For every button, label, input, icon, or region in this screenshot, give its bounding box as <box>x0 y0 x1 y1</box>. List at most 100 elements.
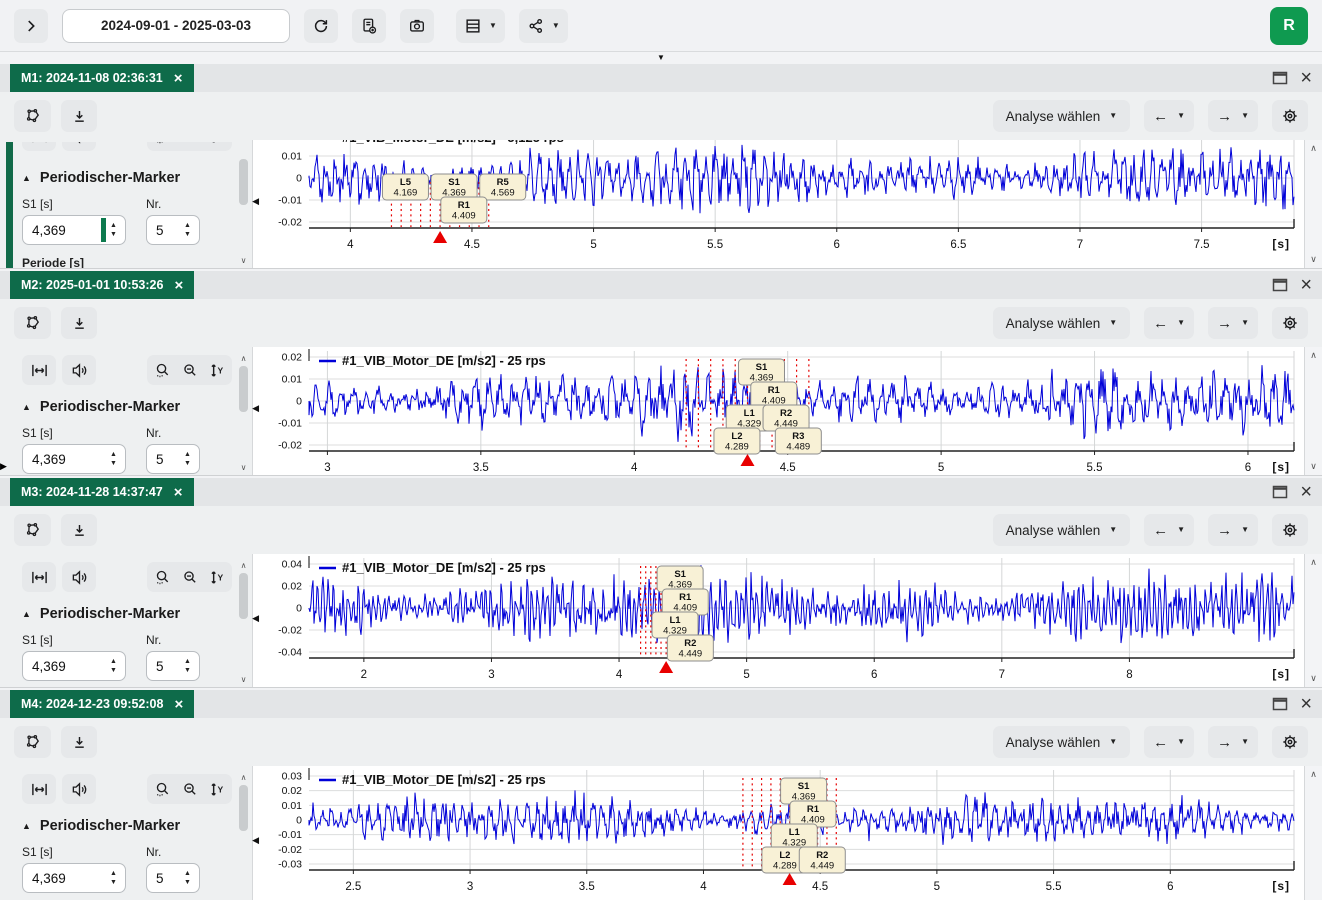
previous-measurement-button[interactable]: ← ▼ <box>1144 726 1194 758</box>
spinner-down-icon[interactable]: ▼ <box>110 879 117 886</box>
spinner-down-icon[interactable]: ▼ <box>110 667 117 674</box>
zoom-data-button[interactable] <box>149 142 176 149</box>
marker-tooltip[interactable]: R24.449 <box>763 405 809 431</box>
panel-close-icon[interactable]: × <box>1300 694 1312 714</box>
lasso-select-button[interactable] <box>14 100 51 132</box>
screenshot-button[interactable] <box>400 9 434 43</box>
collapse-panels-icon[interactable]: ▼ <box>657 54 665 62</box>
scroll-down-icon[interactable]: ∨ <box>241 464 247 472</box>
marker-tooltip[interactable]: R14.409 <box>790 801 836 827</box>
spinner-down-icon[interactable]: ▼ <box>110 460 117 467</box>
marker-tooltip[interactable]: R14.409 <box>441 197 487 223</box>
scroll-up-icon[interactable]: ∧ <box>1310 558 1317 567</box>
audio-play-button[interactable] <box>62 142 96 151</box>
spinner-down-icon[interactable]: ▼ <box>184 667 191 674</box>
chart-vertical-scrollbar[interactable]: ∧ ∨ <box>1304 554 1322 687</box>
s1-input[interactable]: 4,369 ▲ ▼ <box>22 444 126 474</box>
s1-spinner[interactable]: ▲ ▼ <box>106 451 121 467</box>
s1-input[interactable]: 4,369 ▲ ▼ <box>22 651 126 681</box>
periodic-marker-section-header[interactable]: ▲ Periodischer-Marker <box>22 818 232 834</box>
zoom-y-button[interactable]: Y <box>203 776 230 802</box>
measurement-tab[interactable]: M3: 2024-11-28 14:37:47 × <box>10 478 194 506</box>
sidebar-scrollbar[interactable]: ∧ ∨ <box>238 774 249 900</box>
chart-vertical-scrollbar[interactable]: ∧ ∨ <box>1304 766 1322 900</box>
lasso-select-button[interactable] <box>14 307 51 339</box>
spinner-up-icon[interactable]: ▲ <box>184 222 191 229</box>
waveform-chart[interactable]: 0.020.010-0.01-0.0244.555.566.577.5[s]#1… <box>253 140 1304 254</box>
sidebar-expand-icon[interactable]: ▶ <box>0 461 7 472</box>
nr-spinner[interactable]: ▲ ▼ <box>180 451 195 467</box>
nr-spinner[interactable]: ▲ ▼ <box>180 870 195 886</box>
previous-measurement-button[interactable]: ← ▼ <box>1144 514 1194 546</box>
measurement-tab[interactable]: M4: 2024-12-23 09:52:08 × <box>10 690 194 718</box>
scroll-up-icon[interactable]: ∧ <box>241 562 247 570</box>
download-button[interactable] <box>61 726 97 758</box>
zoom-data-button[interactable] <box>149 776 176 802</box>
nr-input[interactable]: 5 ▲ ▼ <box>146 651 200 681</box>
audio-play-button[interactable] <box>62 562 96 592</box>
zoom-y-button[interactable]: Y <box>203 564 230 590</box>
panel-settings-button[interactable] <box>1272 307 1308 339</box>
nr-input[interactable]: 5 ▲ ▼ <box>146 215 200 245</box>
scroll-down-icon[interactable]: ∨ <box>241 257 247 265</box>
s1-spinner[interactable]: ▲ ▼ <box>106 870 121 886</box>
spinner-up-icon[interactable]: ▲ <box>110 222 117 229</box>
s1-position-triangle[interactable] <box>433 231 447 243</box>
panel-close-icon[interactable]: × <box>1300 68 1312 88</box>
scroll-down-icon[interactable]: ∨ <box>1310 462 1317 471</box>
s1-position-triangle[interactable] <box>783 873 797 885</box>
maximize-icon[interactable] <box>1272 697 1288 711</box>
panel-settings-button[interactable] <box>1272 726 1308 758</box>
zoom-y-button[interactable]: Y <box>203 357 230 383</box>
periodic-marker-section-header[interactable]: ▲ Periodischer-Marker <box>22 606 232 622</box>
scroll-down-icon[interactable]: ∨ <box>1310 255 1317 264</box>
marker-tooltip[interactable]: L14.329 <box>652 612 698 638</box>
waveform-chart[interactable]: 0.030.020.010-0.01-0.02-0.032.533.544.55… <box>253 766 1304 896</box>
marker-tooltip[interactable]: R14.409 <box>751 382 797 408</box>
marker-tooltip[interactable]: L54.169 <box>382 174 428 200</box>
zoom-data-button[interactable] <box>149 564 176 590</box>
fit-width-button[interactable] <box>22 774 56 804</box>
fit-width-button[interactable] <box>22 562 56 592</box>
zoom-data-button[interactable] <box>149 357 176 383</box>
audio-play-button[interactable] <box>62 355 96 385</box>
s1-position-triangle[interactable] <box>659 661 673 673</box>
layout-menu-button[interactable]: ▼ <box>456 9 505 43</box>
zoom-out-button[interactable] <box>176 142 203 149</box>
scroll-up-icon[interactable]: ∧ <box>241 355 247 363</box>
fit-width-button[interactable] <box>22 355 56 385</box>
tab-close-icon[interactable]: × <box>174 71 183 86</box>
add-report-button[interactable] <box>352 9 386 43</box>
marker-tooltip[interactable]: R34.489 <box>775 428 821 454</box>
marker-tooltip[interactable]: R24.449 <box>667 635 713 661</box>
marker-tooltip[interactable]: L14.329 <box>771 824 817 850</box>
spinner-up-icon[interactable]: ▲ <box>110 451 117 458</box>
periodic-marker-section-header[interactable]: ▲ Periodischer-Marker <box>22 170 232 186</box>
scroll-up-icon[interactable]: ∧ <box>241 774 247 782</box>
spinner-up-icon[interactable]: ▲ <box>110 658 117 665</box>
lasso-select-button[interactable] <box>14 514 51 546</box>
tab-close-icon[interactable]: × <box>174 485 183 500</box>
lasso-select-button[interactable] <box>14 726 51 758</box>
previous-measurement-button[interactable]: ← ▼ <box>1144 100 1194 132</box>
fit-width-button[interactable] <box>22 142 56 151</box>
s1-input[interactable]: 4,369 ▲ ▼ <box>22 215 126 245</box>
spinner-up-icon[interactable]: ▲ <box>184 658 191 665</box>
nr-spinner[interactable]: ▲ ▼ <box>180 658 195 674</box>
waveform-chart[interactable]: 0.040.020-0.02-0.042345678[s]#1_VIB_Moto… <box>253 554 1304 684</box>
maximize-icon[interactable] <box>1272 71 1288 85</box>
scrollbar-thumb[interactable] <box>239 573 248 619</box>
marker-tooltip[interactable]: S14.369 <box>431 174 477 200</box>
s1-spinner[interactable]: ▲ ▼ <box>106 658 121 674</box>
zoom-out-button[interactable] <box>176 564 203 590</box>
tab-close-icon[interactable]: × <box>174 278 183 293</box>
nr-input[interactable]: 5 ▲ ▼ <box>146 863 200 893</box>
spinner-up-icon[interactable]: ▲ <box>184 451 191 458</box>
nr-input[interactable]: 5 ▲ ▼ <box>146 444 200 474</box>
measurement-tab[interactable]: M1: 2024-11-08 02:36:31 × <box>10 64 194 92</box>
scroll-up-icon[interactable]: ∧ <box>1310 351 1317 360</box>
spinner-down-icon[interactable]: ▼ <box>184 231 191 238</box>
download-button[interactable] <box>61 100 97 132</box>
marker-tooltip[interactable]: R14.409 <box>662 589 708 615</box>
zoom-y-button[interactable]: Y <box>203 142 230 149</box>
